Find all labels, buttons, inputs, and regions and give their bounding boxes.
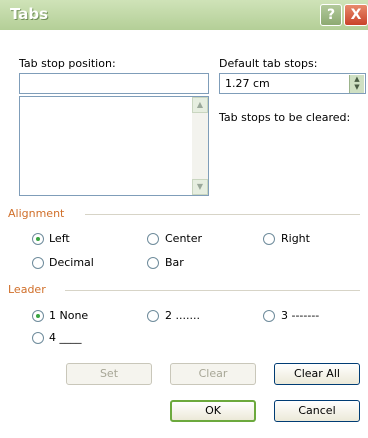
leader-underline-radio[interactable] xyxy=(32,332,44,344)
leader-divider xyxy=(65,290,360,291)
clear-all-button[interactable]: Clear All xyxy=(274,363,360,385)
alignment-group-title: Alignment xyxy=(8,207,65,220)
default-tab-stops-value: 1.27 cm xyxy=(225,77,270,90)
list-scrollbar[interactable]: ▲ ▼ xyxy=(192,97,208,195)
tab-stops-to-be-cleared-label: Tab stops to be cleared: xyxy=(219,111,351,124)
default-tab-stops-spinner[interactable]: ▲ ▼ xyxy=(349,75,364,93)
alignment-center-label[interactable]: Center xyxy=(165,232,202,245)
tab-stop-position-label: Tab stop position: xyxy=(19,57,116,70)
tab-stop-position-input[interactable] xyxy=(19,73,209,94)
alignment-decimal-label[interactable]: Decimal xyxy=(49,256,94,269)
leader-none-label[interactable]: 1 None xyxy=(49,309,88,322)
close-icon: X xyxy=(350,7,362,23)
leader-group-title: Leader xyxy=(8,283,46,296)
alignment-left-radio[interactable] xyxy=(32,233,44,245)
leader-dots-radio[interactable] xyxy=(147,310,159,322)
cancel-button[interactable]: Cancel xyxy=(274,400,360,422)
title-bar[interactable]: Tabs ? X xyxy=(0,0,368,30)
alignment-bar-label[interactable]: Bar xyxy=(165,256,184,269)
leader-dashes-label[interactable]: 3 ------- xyxy=(281,309,319,322)
tabs-dialog: Tabs ? X Tab stop position: ▲ ▼ Default … xyxy=(0,0,368,438)
help-button[interactable]: ? xyxy=(320,4,342,26)
alignment-decimal-radio[interactable] xyxy=(32,257,44,269)
spin-down-icon[interactable]: ▼ xyxy=(350,83,364,91)
set-button[interactable]: Set xyxy=(66,363,152,385)
clear-button[interactable]: Clear xyxy=(170,363,256,385)
alignment-left-label[interactable]: Left xyxy=(49,232,70,245)
ok-button[interactable]: OK xyxy=(170,400,256,422)
alignment-bar-radio[interactable] xyxy=(147,257,159,269)
alignment-right-label[interactable]: Right xyxy=(281,232,310,245)
tab-stop-list[interactable]: ▲ ▼ xyxy=(19,96,209,196)
alignment-center-radio[interactable] xyxy=(147,233,159,245)
help-icon: ? xyxy=(326,7,336,23)
default-tab-stops-label: Default tab stops: xyxy=(219,57,318,70)
leader-underline-label[interactable]: 4 ____ xyxy=(49,331,82,344)
spin-up-icon[interactable]: ▲ xyxy=(350,75,364,83)
default-tab-stops-input[interactable]: 1.27 cm ▲ ▼ xyxy=(219,73,366,94)
scroll-down-arrow-icon[interactable]: ▼ xyxy=(192,179,208,195)
alignment-divider xyxy=(85,214,360,215)
dialog-title: Tabs xyxy=(10,5,49,23)
leader-dots-label[interactable]: 2 ....... xyxy=(165,309,200,322)
dialog-body: Tab stop position: ▲ ▼ Default tab stops… xyxy=(0,30,368,438)
leader-none-radio[interactable] xyxy=(32,310,44,322)
leader-dashes-radio[interactable] xyxy=(263,310,275,322)
close-button[interactable]: X xyxy=(344,4,368,26)
scroll-up-arrow-icon[interactable]: ▲ xyxy=(192,97,208,113)
alignment-right-radio[interactable] xyxy=(263,233,275,245)
